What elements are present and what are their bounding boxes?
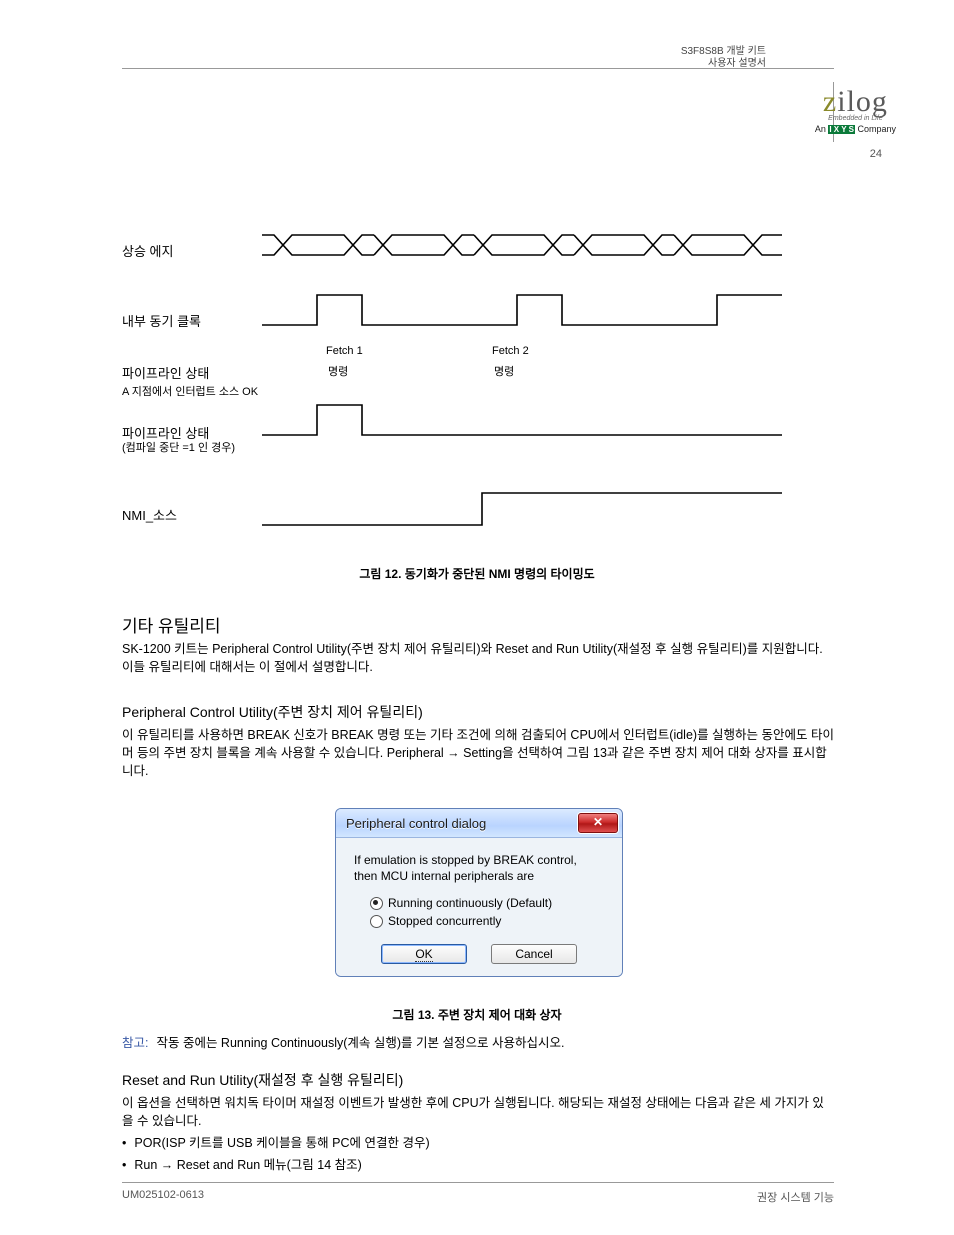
radio-icon [370,915,383,928]
doc-header: S3F8S8B 개발 키트 사용자 설명서 [681,46,766,70]
timing-row-2-label: 내부 동기 클록 [122,311,201,330]
list-item: Run → Reset and Run 메뉴(그림 14 참조) [134,1156,361,1174]
peripheral-control-dialog: Peripheral control dialog ✕ If emulation… [335,808,621,977]
note-block: 참고: 작동 중에는 Running Continuously(계속 실행)를 … [122,1034,834,1052]
section-reset-run-body: 이 옵션을 선택하면 워치독 타이머 재설정 이벤트가 발생한 후에 CPU가 … [122,1094,834,1130]
ok-button[interactable]: OK [381,944,467,964]
radio-stopped-concurrently[interactable]: Stopped concurrently [370,912,604,930]
timing-waveforms [262,205,792,555]
dialog-message: If emulation is stopped by BREAK control… [354,852,604,884]
radio-icon [370,897,383,910]
section-utilities-body: SK-1200 키트는 Peripheral Control Utility(주… [122,640,834,676]
section-reset-run-heading: Reset and Run Utility(재설정 후 실행 유틸리티) [122,1070,834,1090]
brand-parent: An I X Y S Company [815,124,896,134]
page-number: 24 [870,148,882,160]
header-rule [122,68,834,69]
brand-z: z [823,85,837,118]
dialog-title: Peripheral control dialog [346,816,486,831]
dialog-body: If emulation is stopped by BREAK control… [336,838,622,976]
page-footer: UM025102-0613 권장 시스템 기능 [122,1182,834,1205]
footer-doc-id: UM025102-0613 [122,1189,204,1205]
footer-section: 권장 시스템 기능 [757,1189,834,1205]
timing-row-6-note: (컴파일 중단 =1 인 경우) [122,439,235,455]
dialog-options: Running continuously (Default) Stopped c… [354,894,604,930]
note-label: 참고: [122,1034,148,1052]
brand-rest: ilog [837,85,888,118]
timing-row-1-label: 상승 에지 [122,241,173,260]
dialog-titlebar[interactable]: Peripheral control dialog ✕ [336,809,622,838]
section-peripheral-heading: Peripheral Control Utility(주변 장치 제어 유틸리티… [122,702,834,722]
timing-diagram: 상승 에지 내부 동기 클록 Fetch 1 Fetch 2 파이프라인 상태 … [122,205,834,565]
section-reset-run-list: • POR(ISP 키트를 USB 케이블을 통해 PC에 연결한 경우) • Ru… [122,1134,834,1174]
figure-12-caption: 그림 12. 동기화가 중단된 NMI 명령의 타이밍도 [0,565,954,582]
bullet-icon: • [122,1156,126,1174]
close-icon: ✕ [593,815,603,829]
bullet-icon: • [122,1134,126,1152]
brand-logo: zilog Embedded in Life An I X Y S Compan… [815,85,896,134]
figure-13-caption: 그림 13. 주변 장치 제어 대화 상자 [0,1006,954,1023]
close-button[interactable]: ✕ [578,813,618,833]
timing-row-7-label: NMI_소스 [122,505,177,524]
brand-wordmark: zilog [815,85,896,119]
section-utilities-heading: 기타 유틸리티 [122,612,834,637]
radio-label: Running continuously (Default) [388,894,552,912]
list-item: POR(ISP 키트를 USB 케이블을 통해 PC에 연결한 경우) [134,1134,429,1152]
radio-running-continuously[interactable]: Running continuously (Default) [370,894,604,912]
doc-title-1: S3F8S8B 개발 키트 [681,46,766,58]
note-body: 작동 중에는 Running Continuously(계속 실행)를 기본 설… [156,1034,564,1052]
timing-row-4-label: 파이프라인 상태 [122,363,209,382]
section-peripheral-body: 이 유틸리티를 사용하면 BREAK 신호가 BREAK 명령 또는 기타 조건… [122,726,834,780]
timing-row-5-label: A 지점에서 인터럽트 소스 OK [122,383,258,399]
radio-label: Stopped concurrently [388,912,501,930]
cancel-button[interactable]: Cancel [491,944,577,964]
